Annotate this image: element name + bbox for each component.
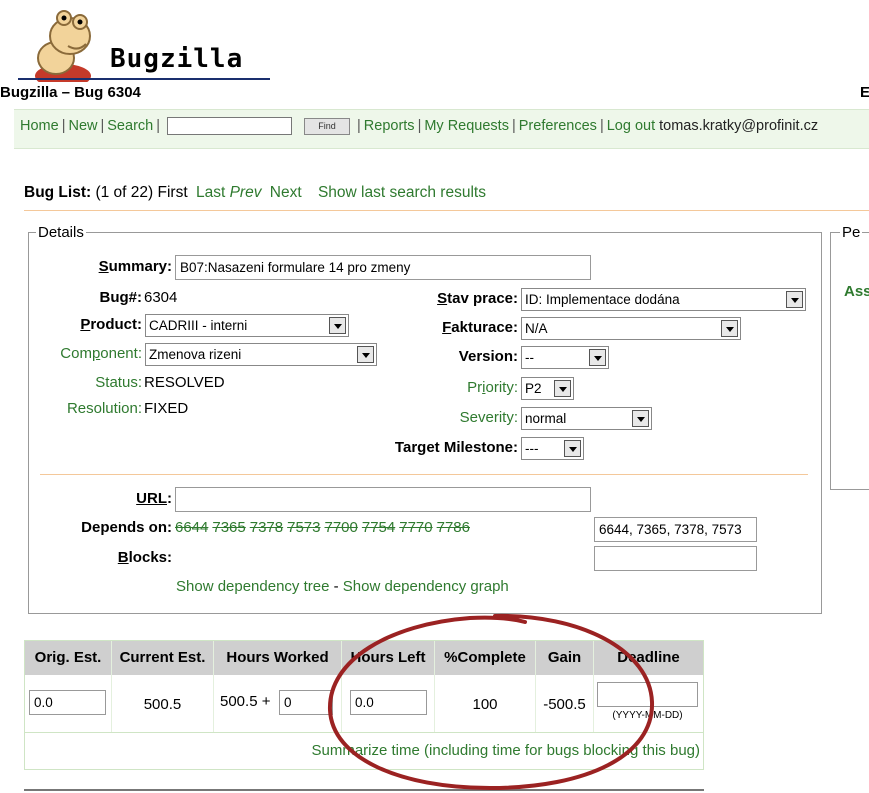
blocks-label: Blocks: xyxy=(117,549,172,566)
show-last-search-link[interactable]: Show last search results xyxy=(318,184,486,201)
dependency-link[interactable]: 6644 xyxy=(175,519,208,536)
url-label: URL: xyxy=(136,490,172,507)
chevron-down-icon xyxy=(786,291,803,308)
version-label: Version: xyxy=(458,348,518,365)
nav-reports-link[interactable]: Reports xyxy=(364,118,415,134)
chevron-down-icon xyxy=(589,349,606,366)
nav-logout-link[interactable]: Log out xyxy=(607,118,655,134)
dependency-link[interactable]: 7786 xyxy=(437,519,470,536)
user-email: tomas.kratky@profinit.cz xyxy=(659,117,819,134)
product-select[interactable]: CADRIII - interni xyxy=(145,314,349,337)
stav-prace-label: Stav prace: xyxy=(437,290,518,307)
summary-input[interactable]: B07:Nasazeni formulare 14 pro zmeny xyxy=(175,255,591,280)
page-title: Bugzilla – Bug 6304 xyxy=(0,84,141,101)
chevron-down-icon xyxy=(554,380,571,397)
summary-label-rest: ummary xyxy=(108,258,167,275)
header-orig-est: Orig. Est. xyxy=(25,641,111,675)
bug-number-value: 6304 xyxy=(144,289,178,306)
fakturace-label: Fakturace: xyxy=(442,319,518,336)
orig-est-input[interactable]: 0.0 xyxy=(29,690,106,715)
bug-list-first: First xyxy=(157,184,188,201)
column-divider xyxy=(213,641,214,733)
quicksearch-input[interactable] xyxy=(167,117,292,135)
nav-links: Home | New | Search | Find | Reports | My Requests… xyxy=(20,117,819,135)
dependency-link[interactable]: 7573 xyxy=(287,519,320,536)
version-select[interactable]: -- xyxy=(521,346,609,369)
bug-list-nav: Bug List: (1 of 22) First Last Prev Next… xyxy=(24,184,486,202)
depends-on-list: 6644 7365 7378 7573 7700 7754 7770 7786 xyxy=(175,519,474,537)
depends-on-input[interactable]: 6644, 7365, 7378, 7573 xyxy=(594,517,757,542)
status-value: RESOLVED xyxy=(144,374,225,391)
column-divider xyxy=(111,641,112,733)
find-button[interactable]: Find xyxy=(304,117,350,135)
people-legend: Pe xyxy=(840,224,863,241)
fakturace-select[interactable]: N/A xyxy=(521,317,741,340)
header-current-est: Current Est. xyxy=(112,641,213,675)
summary-label: Summary: xyxy=(98,258,172,275)
stav-prace-select[interactable]: ID: Implementace dodána xyxy=(521,288,806,311)
assignee-label[interactable]: Ass xyxy=(844,283,869,300)
resolution-value: FIXED xyxy=(144,400,189,417)
status-label[interactable]: Status: xyxy=(40,374,142,391)
priority-select[interactable]: P2 xyxy=(521,377,574,400)
bug-list-next-link[interactable]: Next xyxy=(270,184,302,201)
details-legend: Details xyxy=(36,224,86,241)
priority-label[interactable]: Priority: xyxy=(380,379,518,396)
bug-number-label: Bug#: xyxy=(99,289,143,306)
nav-home-link[interactable]: Home xyxy=(20,118,59,134)
resolution-label[interactable]: Resolution: xyxy=(40,400,142,417)
severity-label[interactable]: Severity: xyxy=(380,409,518,426)
show-dependency-graph-link[interactable]: Show dependency graph xyxy=(343,578,509,595)
target-milestone-label: Target Milestone: xyxy=(394,439,518,456)
target-milestone-select[interactable]: --- xyxy=(521,437,584,460)
title-right-fragment: E xyxy=(860,84,869,101)
component-label[interactable]: Component: xyxy=(40,345,142,362)
dependency-link[interactable]: 7754 xyxy=(362,519,395,536)
logo-text: Bugzilla xyxy=(110,44,244,74)
url-input[interactable] xyxy=(175,487,591,512)
chevron-down-icon xyxy=(329,317,346,334)
show-dependency-tree-link[interactable]: Show dependency tree xyxy=(176,578,329,595)
dependency-link[interactable]: 7365 xyxy=(212,519,245,536)
chevron-down-icon xyxy=(357,346,374,363)
nav-preferences-link[interactable]: Preferences xyxy=(519,118,597,134)
product-label: Product: xyxy=(80,316,142,333)
component-select[interactable]: Zmenova rizeni xyxy=(145,343,377,366)
people-fieldset xyxy=(830,232,869,490)
chevron-down-icon xyxy=(632,410,649,427)
hours-worked-value: 500.5 + xyxy=(220,693,271,710)
divider xyxy=(40,474,808,475)
dependency-link[interactable]: 7378 xyxy=(250,519,283,536)
dependency-link[interactable]: 7770 xyxy=(399,519,432,536)
nav-my-requests-link[interactable]: My Requests xyxy=(424,118,509,134)
summary-label-key: S xyxy=(98,258,109,275)
logo-underline xyxy=(18,78,270,80)
chevron-down-icon xyxy=(721,320,738,337)
red-annotation-ellipse-icon xyxy=(327,613,655,791)
current-est-value: 500.5 xyxy=(143,696,182,713)
chevron-down-icon xyxy=(564,440,581,457)
depends-on-label: Depends on: xyxy=(81,519,172,536)
blocks-input[interactable] xyxy=(594,546,757,571)
severity-select[interactable]: normal xyxy=(521,407,652,430)
divider xyxy=(24,210,869,211)
bug-list-prev: Prev xyxy=(229,184,262,201)
dependency-links: Show dependency tree - Show dependency g… xyxy=(176,578,509,595)
bug-list-last-link[interactable]: Last xyxy=(196,184,225,201)
bug-list-count: (1 of 22) xyxy=(95,184,154,201)
bug-list-label: Bug List: xyxy=(24,184,92,201)
nav-new-link[interactable]: New xyxy=(68,118,97,134)
dependency-separator: - xyxy=(333,578,339,595)
dependency-link[interactable]: 7700 xyxy=(325,519,358,536)
nav-search-link[interactable]: Search xyxy=(107,118,153,134)
